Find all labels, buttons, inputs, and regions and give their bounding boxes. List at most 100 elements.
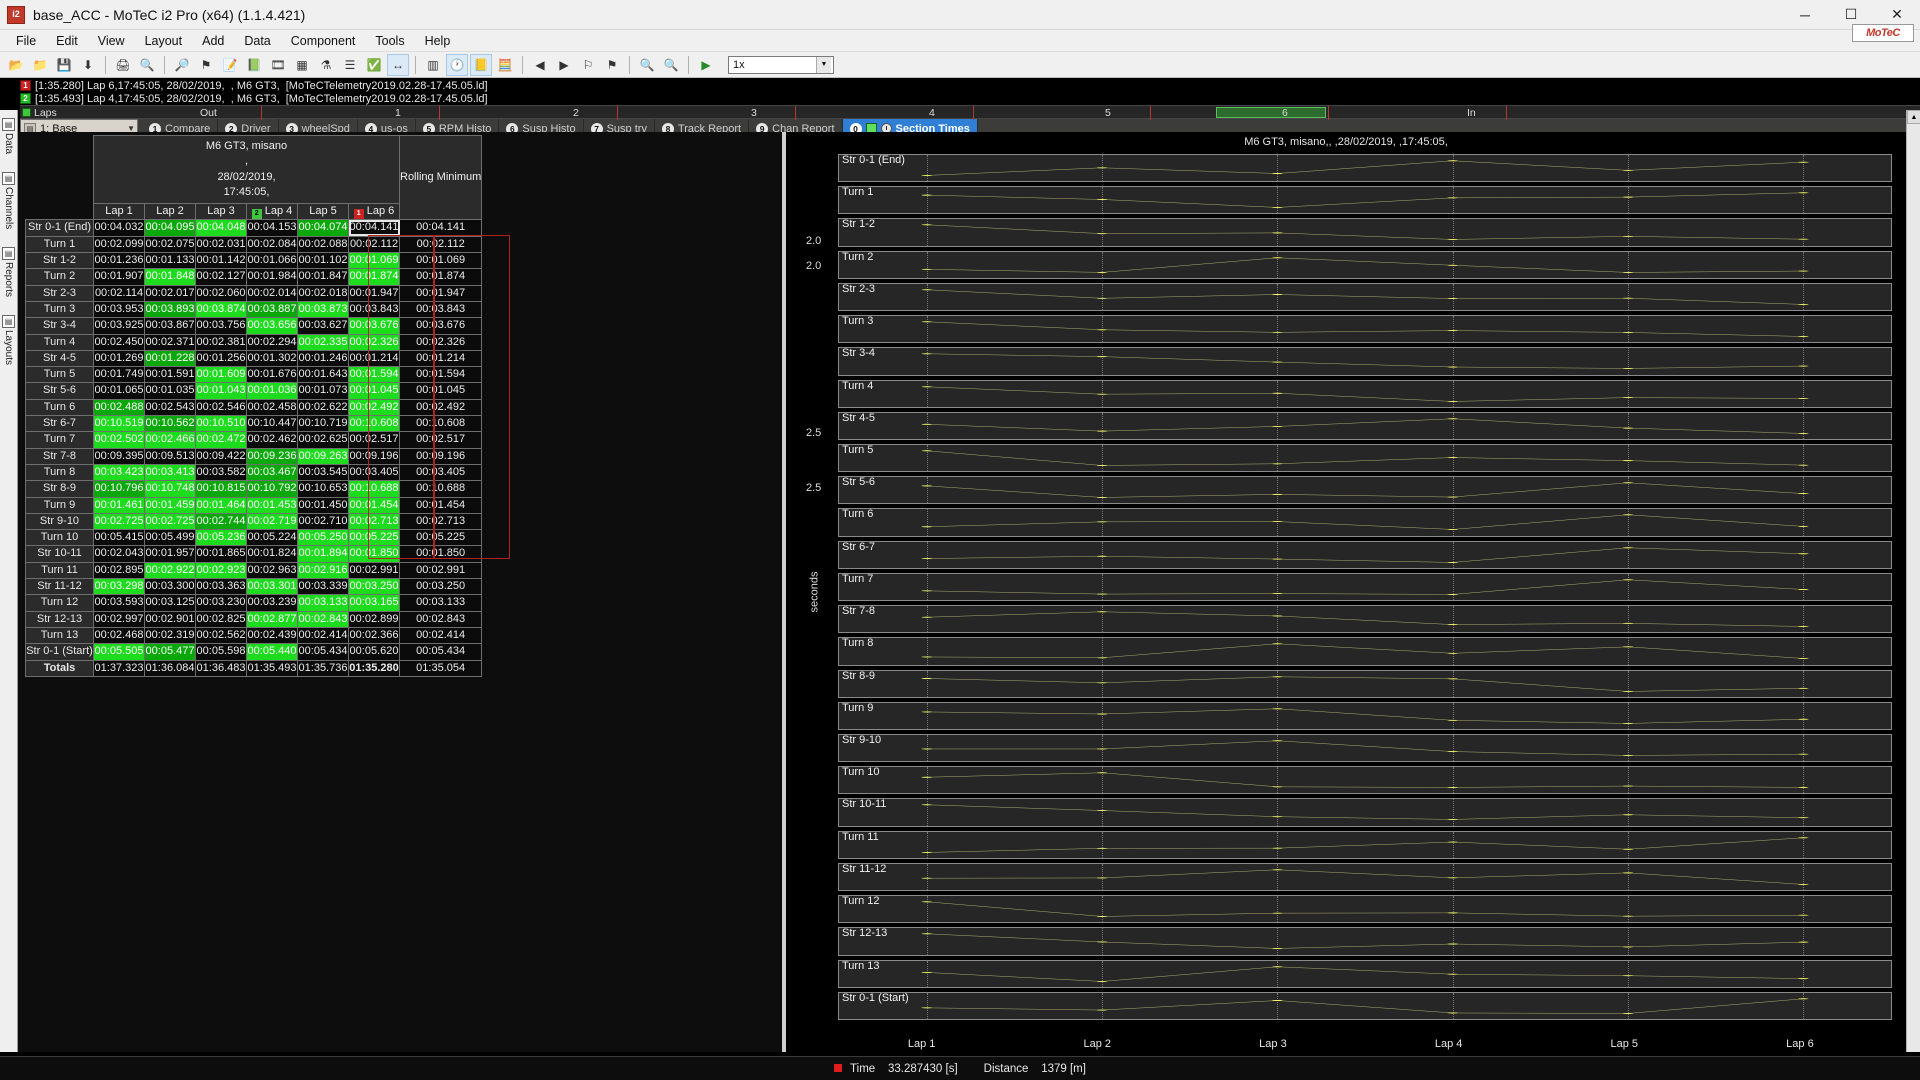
lap-selection-highlight[interactable] bbox=[1216, 107, 1326, 118]
table-row[interactable]: Turn 1 00:02.099 00:02.075 00:02.031 00:02.0… bbox=[25, 235, 483, 254]
lap-time-cell[interactable]: 00:02.381 bbox=[195, 333, 247, 351]
table-row[interactable]: Turn 12 00:03.593 00:03.125 00:03.230 00:03.… bbox=[25, 594, 483, 612]
graph-strip[interactable]: Str 0-1 (Start) bbox=[838, 991, 1892, 1020]
lap-time-cell[interactable]: 00:02.562 bbox=[195, 626, 247, 645]
lap-time-cell[interactable]: 00:10.447 bbox=[246, 415, 298, 433]
rail-icon-reports[interactable]: ▤ bbox=[2, 247, 15, 261]
lap-time-cell[interactable]: 00:01.676 bbox=[246, 366, 298, 384]
lap-time-cell[interactable]: 00:05.224 bbox=[246, 529, 298, 547]
lap-time-cell[interactable]: 00:03.656 bbox=[246, 317, 298, 335]
lap-time-cell[interactable]: 00:03.874 bbox=[195, 300, 247, 319]
lap-time-cell[interactable]: 00:03.756 bbox=[195, 317, 247, 335]
calendar-icon[interactable]: ▦ bbox=[291, 54, 313, 76]
lap-time-cell[interactable]: 00:03.405 bbox=[348, 463, 400, 482]
graph-strip[interactable]: Str 5-6 bbox=[838, 476, 1892, 505]
table-row[interactable]: Str 9-10 00:02.725 00:02.725 00:02.744 00:02… bbox=[25, 512, 483, 531]
lap-time-cell[interactable]: 00:05.620 bbox=[348, 643, 400, 661]
flag-next-icon[interactable]: ⚑ bbox=[601, 54, 623, 76]
rail-item-channels[interactable]: Channels bbox=[3, 187, 14, 229]
lap-time-cell[interactable]: 00:05.415 bbox=[93, 529, 145, 547]
table-row[interactable]: Str 5-6 00:01.065 00:01.035 00:01.043 00:01.… bbox=[25, 382, 483, 400]
lap-time-cell[interactable]: 00:01.256 bbox=[195, 349, 247, 368]
menu-item-data[interactable]: Data bbox=[234, 32, 280, 50]
lap-time-cell[interactable]: 00:01.847 bbox=[297, 268, 349, 286]
lap-time-cell[interactable]: 00:01.594 bbox=[348, 366, 400, 384]
lap-time-cell[interactable]: 00:09.422 bbox=[195, 447, 247, 465]
rail-item-data[interactable]: Data bbox=[3, 133, 14, 154]
lap-time-cell[interactable]: 00:02.710 bbox=[297, 512, 349, 531]
graph-strip[interactable]: Str 8-9 bbox=[838, 669, 1892, 698]
lap-time-cell[interactable]: 00:02.294 bbox=[246, 333, 298, 351]
table-row[interactable]: Turn 2 00:01.907 00:01.848 00:02.127 00:01.9… bbox=[25, 268, 483, 286]
menu-item-layout[interactable]: Layout bbox=[135, 32, 193, 50]
menu-item-component[interactable]: Component bbox=[281, 32, 366, 50]
table-row[interactable]: Turn 4 00:02.450 00:02.371 00:02.381 00:02.2… bbox=[25, 333, 483, 351]
lap-time-cell[interactable]: 00:02.462 bbox=[246, 431, 298, 449]
lap-time-cell[interactable]: 00:02.719 bbox=[246, 512, 298, 531]
menu-item-tools[interactable]: Tools bbox=[365, 32, 414, 50]
graph-strip[interactable]: Str 7-8 bbox=[838, 605, 1892, 634]
open-icon[interactable]: 📂 bbox=[5, 54, 27, 76]
lap-time-cell[interactable]: 00:05.225 bbox=[348, 529, 400, 547]
graph-strip[interactable]: Turn 3 bbox=[838, 315, 1892, 344]
lap-time-cell[interactable]: 00:01.073 bbox=[297, 382, 349, 400]
lap-time-cell[interactable]: 00:01.453 bbox=[246, 496, 298, 514]
lap-time-cell[interactable]: 00:03.582 bbox=[195, 463, 247, 482]
table-row[interactable]: Str 3-4 00:03.925 00:03.867 00:03.756 00:03.… bbox=[25, 317, 483, 335]
table-row[interactable]: Turn 11 00:02.895 00:02.922 00:02.923 00:02.… bbox=[25, 561, 483, 580]
lap-time-cell[interactable]: 00:01.133 bbox=[144, 252, 196, 270]
lap-time-cell[interactable]: 00:03.133 bbox=[297, 594, 349, 612]
lap-time-cell[interactable]: 00:02.326 bbox=[348, 333, 400, 351]
table-row[interactable]: Str 12-13 00:02.997 00:02.901 00:02.825 00:0… bbox=[25, 610, 483, 628]
lap-time-cell[interactable]: 00:02.466 bbox=[144, 431, 196, 449]
lap-time-cell[interactable]: 00:04.095 bbox=[144, 219, 196, 237]
graph-strip[interactable]: Str 9-10 bbox=[838, 734, 1892, 763]
lap-time-cell[interactable]: 00:02.414 bbox=[297, 626, 349, 645]
zoom-level-select[interactable]: 1x ▼ bbox=[728, 55, 834, 74]
lap-time-cell[interactable]: 00:05.236 bbox=[195, 529, 247, 547]
lap-time-cell[interactable]: 00:01.102 bbox=[297, 252, 349, 270]
lap-time-cell[interactable]: 00:02.075 bbox=[144, 235, 196, 254]
lap-time-cell[interactable]: 00:01.214 bbox=[348, 349, 400, 368]
lap-time-cell[interactable]: 00:02.725 bbox=[93, 512, 145, 531]
lap-time-cell[interactable]: 00:02.472 bbox=[195, 431, 247, 449]
table-row[interactable]: Turn 3 00:03.953 00:03.893 00:03.874 00:03.8… bbox=[25, 300, 483, 319]
lap-time-cell[interactable]: 00:03.300 bbox=[144, 578, 196, 596]
scroll-up-arrow-icon[interactable]: ▲ bbox=[1907, 110, 1920, 124]
graph-strip[interactable]: Turn 10 bbox=[838, 766, 1892, 795]
graph-strip[interactable]: Turn 7 bbox=[838, 572, 1892, 602]
lap-time-cell[interactable]: 00:04.032 bbox=[93, 219, 145, 237]
lap-time-cell[interactable]: 00:01.065 bbox=[93, 382, 145, 400]
lap-time-cell[interactable]: 00:03.467 bbox=[246, 463, 298, 482]
lap-time-cell[interactable]: 00:03.593 bbox=[93, 594, 145, 612]
lap-time-cell[interactable]: 00:01.302 bbox=[246, 349, 298, 368]
lap-time-cell[interactable]: 00:02.017 bbox=[144, 284, 196, 302]
table-row[interactable]: Str 8-9 00:10.796 00:10.748 00:10.815 00:10.… bbox=[25, 480, 483, 498]
lap-time-cell[interactable]: 00:03.230 bbox=[195, 594, 247, 612]
lap-time-cell[interactable]: 00:02.492 bbox=[348, 398, 400, 417]
lap-time-cell[interactable]: 00:02.877 bbox=[246, 610, 298, 628]
lap-time-cell[interactable]: 00:03.925 bbox=[93, 317, 145, 335]
lap-time-cell[interactable]: 00:09.196 bbox=[348, 447, 400, 465]
lap-time-cell[interactable]: 00:02.502 bbox=[93, 431, 145, 449]
minimize-button[interactable]: ─ bbox=[1782, 0, 1828, 30]
lap-time-cell[interactable]: 00:02.031 bbox=[195, 235, 247, 254]
lap-time-cell[interactable]: 00:10.719 bbox=[297, 415, 349, 433]
lap-time-cell[interactable]: 00:01.036 bbox=[246, 382, 298, 400]
lap-time-cell[interactable]: 00:02.112 bbox=[348, 235, 400, 254]
note-icon[interactable]: 📒 bbox=[470, 53, 492, 76]
marker-icon[interactable]: ⚗ bbox=[315, 54, 337, 76]
lap-time-cell[interactable]: 00:01.269 bbox=[93, 349, 145, 368]
lap-time-cell[interactable]: 00:02.043 bbox=[93, 545, 145, 563]
chevron-down-icon[interactable]: ▼ bbox=[816, 56, 831, 73]
lap-time-cell[interactable]: 00:02.916 bbox=[297, 561, 349, 580]
edit-icon[interactable]: 📝 bbox=[219, 54, 241, 76]
graph-strip[interactable]: Turn 11 bbox=[838, 830, 1892, 859]
lap-time-cell[interactable]: 00:02.725 bbox=[144, 512, 196, 531]
lap-time-cell[interactable]: 00:09.263 bbox=[297, 447, 349, 465]
rail-icon-channels[interactable]: ▤ bbox=[2, 172, 15, 186]
lap-time-cell[interactable]: 00:01.043 bbox=[195, 382, 247, 400]
lap-time-cell[interactable]: 00:03.545 bbox=[297, 463, 349, 482]
graph-strip[interactable]: Str 12-13 bbox=[838, 927, 1892, 956]
lap-time-cell[interactable]: 00:01.643 bbox=[297, 366, 349, 384]
